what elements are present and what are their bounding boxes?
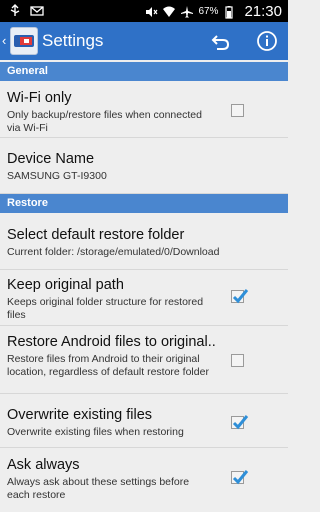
clock: 21:30: [244, 3, 282, 20]
pref-title: Device Name: [7, 151, 95, 167]
battery-icon: [225, 5, 234, 19]
pref-summary: Always ask about these settings before e…: [7, 476, 190, 501]
pref-summary: Keeps original folder structure for rest…: [7, 296, 204, 321]
battery-percent: 67%: [198, 6, 219, 17]
pref-summary: SAMSUNG GT-I9300: [7, 170, 107, 182]
keep-original-path-checkbox[interactable]: [231, 289, 249, 304]
wifi-only-checkbox[interactable]: [231, 104, 244, 117]
app-logo[interactable]: [10, 27, 38, 55]
checkmark-icon: [232, 415, 249, 430]
pref-title: Restore Android files to original..: [7, 334, 216, 350]
pref-keep-original-path[interactable]: Keep original path Keeps original folder…: [0, 270, 288, 326]
action-bar: ‹ Settings: [0, 22, 288, 60]
pref-device-name[interactable]: Device Name SAMSUNG GT-I9300: [0, 138, 288, 194]
pref-summary: Only backup/restore files when connected…: [7, 109, 202, 134]
pref-ask-always[interactable]: Ask always Always ask about these settin…: [0, 448, 288, 512]
overwrite-existing-files-checkbox[interactable]: [231, 415, 249, 430]
pref-title: Wi-Fi only: [7, 90, 72, 106]
pref-summary: Restore files from Android to their orig…: [7, 353, 209, 378]
pref-title: Select default restore folder: [7, 227, 185, 243]
section-header-general: General: [0, 62, 288, 81]
pref-overwrite-existing-files[interactable]: Overwrite existing files Overwrite exist…: [0, 394, 288, 448]
wifi-icon: [163, 6, 176, 17]
status-bar: 67% 21:30: [0, 0, 288, 22]
pref-restore-android-files[interactable]: Restore Android files to original.. Rest…: [0, 326, 288, 394]
mute-icon: [146, 6, 158, 17]
pref-wifi-only[interactable]: Wi-Fi only Only backup/restore files whe…: [0, 81, 288, 138]
info-icon[interactable]: [254, 28, 280, 54]
undo-icon[interactable]: [208, 28, 234, 54]
restore-android-files-checkbox[interactable]: [231, 354, 244, 367]
pref-summary: Current folder: /storage/emulated/0/Down…: [7, 246, 220, 258]
pref-default-restore-folder[interactable]: Select default restore folder Current fo…: [0, 213, 288, 270]
back-caret-icon[interactable]: ‹: [2, 33, 6, 48]
mail-icon: [30, 6, 44, 16]
page-title: Settings: [42, 31, 104, 50]
checkmark-icon: [232, 289, 249, 304]
usb-icon: [10, 4, 20, 16]
ask-always-checkbox[interactable]: [231, 470, 249, 485]
checkmark-icon: [232, 470, 249, 485]
section-header-restore: Restore: [0, 194, 288, 213]
airplane-icon: [181, 5, 194, 17]
